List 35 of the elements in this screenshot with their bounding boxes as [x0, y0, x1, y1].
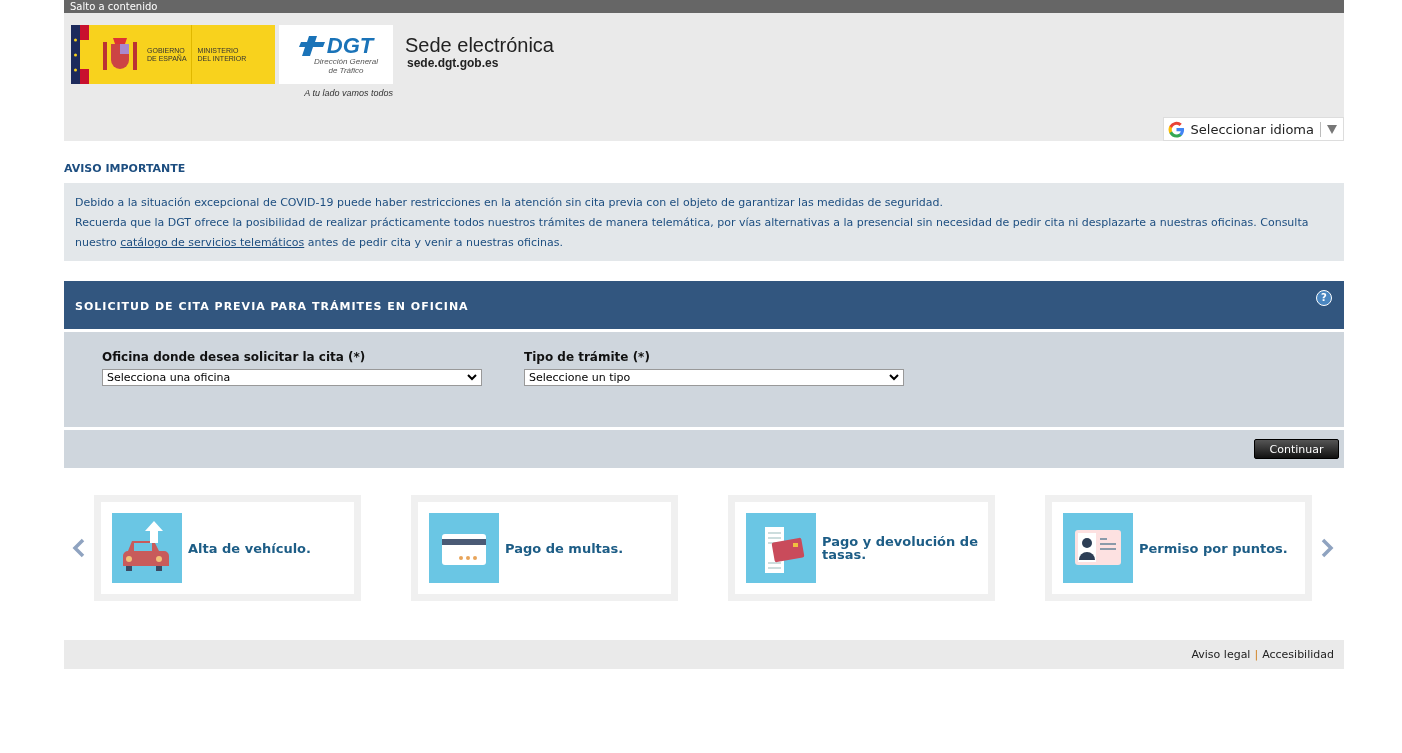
form-title: SOLICITUD DE CITA PREVIA PARA TRÁMITES EN OFICINA	[75, 299, 469, 313]
id-card-icon	[1063, 513, 1133, 583]
chevron-left-icon[interactable]	[72, 538, 86, 558]
footer-separator: |	[1254, 648, 1259, 661]
continue-button[interactable]: Continuar	[1254, 439, 1339, 459]
notice-text: Recuerda que la DGT ofrece la posibilidad de realizar prácticamente todos nuestros trámites de manera telemática, por vías alternativas a la presencial sin necesidad de pedir cita ni desplazarte a nuestras oficinas. Consulta nuestro catálogo de servicios telemáticos antes de pedir cita y venir a nuestras oficinas.	[75, 215, 1310, 251]
field-label: Tipo de trámite (*)	[524, 350, 651, 364]
chevron-right-icon[interactable]	[1320, 538, 1334, 558]
receipt-card-icon	[746, 513, 816, 583]
site-domain: sede.dgt.gob.es	[407, 56, 500, 70]
footer-link[interactable]: Aviso legal	[1191, 648, 1251, 661]
select-field[interactable]: Selecciona una oficina	[102, 369, 482, 386]
chevron-down-icon	[889, 374, 899, 381]
select-field[interactable]: Seleccione un tipo	[524, 369, 904, 386]
dropdown-triangle-icon	[1327, 124, 1337, 134]
notice-title: AVISO IMPORTANTE	[64, 162, 187, 175]
site-title: Sede electrónica	[405, 34, 554, 56]
dgt-logo: DGT Dirección General de Tráfico	[279, 25, 393, 84]
service-card[interactable]: Permiso por puntos.	[1045, 495, 1312, 601]
service-card[interactable]: Pago y devolución de tasas.	[728, 495, 995, 601]
chevron-down-icon	[467, 374, 477, 381]
notice-text: Debido a la situación excepcional de COVID-19 puede haber restricciones en la atención sin cita previa con el objeto de garantizar las medidas de seguridad.	[75, 195, 945, 211]
help-button[interactable]: ?	[1316, 290, 1332, 306]
tagline: A tu lado vamos todos	[304, 88, 393, 98]
cross-mark-icon	[298, 35, 325, 56]
skip-link[interactable]: Salto a contenido	[70, 0, 158, 13]
catalog-link[interactable]: catálogo de servicios telemáticos	[120, 236, 305, 249]
language-selector[interactable]: Seleccionar idioma	[1162, 117, 1344, 141]
field-label: Oficina donde desea solicitar la cita (*)	[102, 350, 367, 364]
google-icon	[1167, 120, 1185, 138]
credit-card-icon	[429, 513, 499, 583]
service-card[interactable]: Alta de vehículo.	[94, 495, 361, 601]
footer-link[interactable]: Accesibilidad	[1262, 648, 1334, 661]
car-icon	[112, 513, 182, 583]
service-card[interactable]: Pago de multas.	[411, 495, 678, 601]
